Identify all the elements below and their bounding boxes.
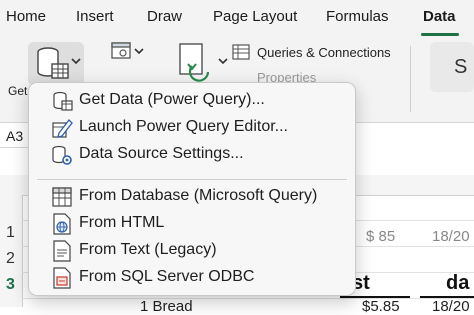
menu-item-label: Launch Power Query Editor... xyxy=(79,118,288,135)
menu-item-from-text-legacy[interactable]: From Text (Legacy) xyxy=(29,237,355,265)
menu-item-label: From Database (Microsoft Query) xyxy=(79,187,318,204)
menu-item-data-source-settings[interactable]: Data Source Settings... xyxy=(29,141,355,169)
tab-draw[interactable]: Draw xyxy=(147,8,182,25)
chevron-down-icon xyxy=(218,58,228,65)
cell-value[interactable]: 18/20 xyxy=(432,228,470,245)
row-number-3[interactable]: 3 xyxy=(6,276,15,294)
tab-home[interactable]: Home xyxy=(6,8,46,25)
active-tab-indicator xyxy=(421,33,459,36)
menu-item-label: From SQL Server ODBC xyxy=(79,268,255,285)
menu-separator xyxy=(37,179,347,180)
edit-pencil-icon xyxy=(52,119,73,138)
tab-insert[interactable]: Insert xyxy=(76,8,114,25)
database-table-icon xyxy=(52,187,72,207)
tab-data[interactable]: Data xyxy=(423,8,456,25)
data-source-gear-icon xyxy=(52,145,72,165)
queries-connections-button[interactable]: Queries & Connections xyxy=(257,45,391,60)
menu-item-label: Data Source Settings... xyxy=(79,145,244,162)
cell-value[interactable]: $ 85 xyxy=(366,228,395,245)
get-data-dropdown-menu: Get Data (Power Query)... Launch Power Q… xyxy=(28,82,356,296)
row-number-2[interactable]: 2 xyxy=(6,250,15,268)
ribbon-separator xyxy=(410,46,411,112)
gridline xyxy=(22,298,474,299)
ribbon-group-button[interactable]: S xyxy=(430,42,474,92)
menu-item-label: Get Data (Power Query)... xyxy=(79,91,265,108)
get-data-button[interactable] xyxy=(28,42,84,86)
ribbon-tab-bar: Home Insert Draw Page Layout Formulas Da… xyxy=(0,0,474,38)
sort-icon: S xyxy=(454,56,468,78)
menu-item-launch-power-query-editor[interactable]: Launch Power Query Editor... xyxy=(29,114,355,142)
menu-item-label: From Text (Legacy) xyxy=(79,241,217,258)
menu-item-from-sql-server-odbc[interactable]: From SQL Server ODBC xyxy=(29,264,355,292)
menu-item-label: From HTML xyxy=(79,214,165,231)
text-file-icon xyxy=(53,240,71,262)
sql-file-icon xyxy=(53,267,71,289)
get-data-icon xyxy=(53,91,73,111)
menu-item-get-data-power-query[interactable]: Get Data (Power Query)... xyxy=(29,87,355,115)
database-icon xyxy=(37,47,69,79)
chevron-down-icon xyxy=(71,58,81,65)
menu-item-from-html[interactable]: From HTML xyxy=(29,210,355,238)
tab-page-layout[interactable]: Page Layout xyxy=(213,8,297,25)
tab-formulas[interactable]: Formulas xyxy=(326,8,389,25)
get-data-label: Get xyxy=(8,84,28,98)
globe-page-icon xyxy=(53,213,71,235)
row-number-1[interactable]: 1 xyxy=(6,224,15,242)
cell-header[interactable]: da xyxy=(446,272,469,295)
queries-connections-icon xyxy=(232,44,250,60)
picture-icon[interactable] xyxy=(110,41,144,61)
menu-item-from-database[interactable]: From Database (Microsoft Query) xyxy=(29,183,355,211)
